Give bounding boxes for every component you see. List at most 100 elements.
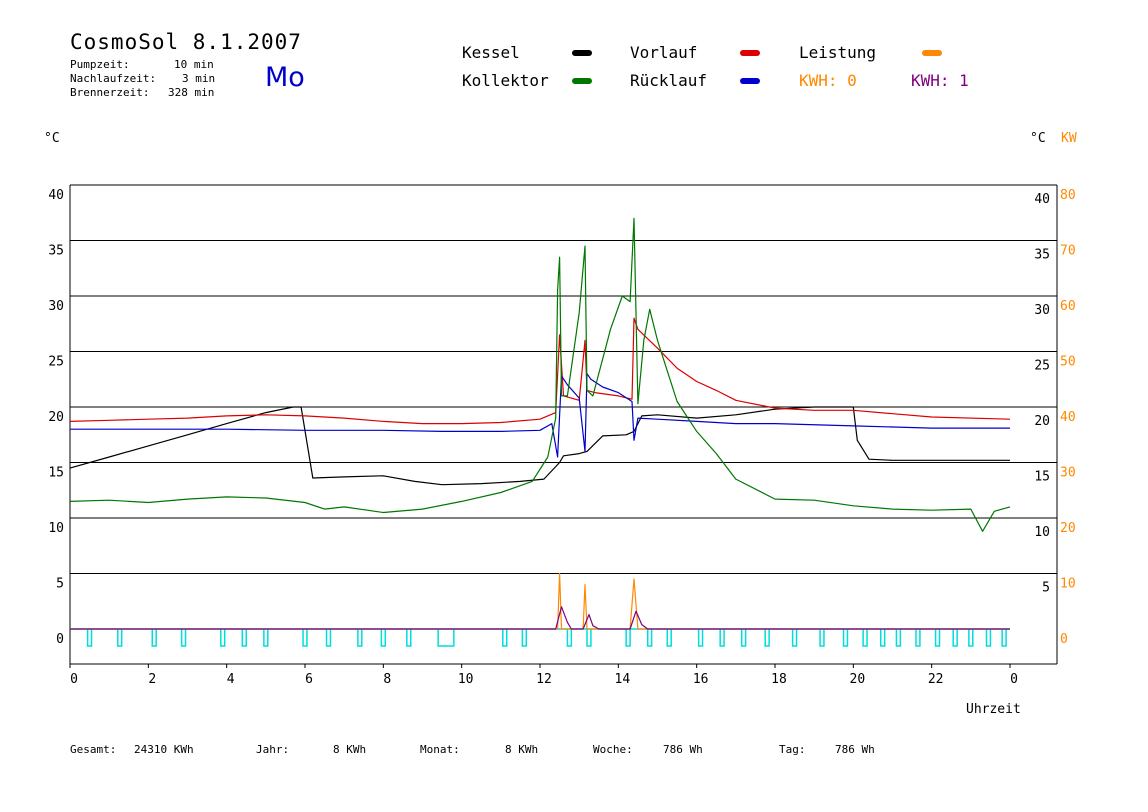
- x-tick-label: 14: [615, 672, 631, 687]
- y-left-tick-label: 10: [48, 521, 64, 536]
- y-right-kw-tick-label: 80: [1060, 188, 1076, 203]
- pump-pulse: [380, 629, 387, 647]
- pump-pulse: [934, 629, 941, 647]
- footer-gesamt-label: Gesamt:: [70, 743, 117, 756]
- series-vorlauf-line: [69, 317, 1011, 425]
- x-tick-label: 0: [1010, 672, 1018, 687]
- pump-pulse: [117, 629, 123, 647]
- pump-pulse: [862, 629, 868, 647]
- y-right-celsius-tick-label: 35: [1034, 248, 1050, 263]
- pump-pulse: [220, 629, 226, 647]
- series-kollektor-line: [69, 217, 1011, 532]
- y-right-kw-tick-label: 40: [1060, 410, 1076, 425]
- footer-tag-label: Tag:: [779, 743, 806, 756]
- pump-pulse: [915, 629, 921, 647]
- series-ruecklauf-line: [70, 373, 1010, 458]
- temperature-chart: 0510152025303540 51015202530354001020304…: [48, 184, 1076, 687]
- pump-pulse: [86, 629, 93, 647]
- pump-pulse: [521, 629, 528, 647]
- y-left-tick-label: 0: [56, 632, 64, 647]
- footer-woche-value: 786 Wh: [663, 743, 703, 756]
- pump-pulse: [437, 629, 455, 647]
- y-right-celsius-tick-label: 15: [1034, 470, 1050, 485]
- y-right-celsius-tick-label: 25: [1034, 359, 1050, 374]
- grid-lines: [69, 184, 1058, 665]
- legend-swatch-vorlauf: [740, 50, 760, 56]
- nachlaufzeit-label: Nachlaufzeit:: [70, 72, 157, 85]
- chart-title: CosmoSol 8.1.2007: [70, 30, 302, 54]
- x-tick-label: 2: [148, 672, 156, 687]
- series-leistung-line: [70, 572, 1010, 630]
- legend-vorlauf: Vorlauf: [630, 43, 698, 62]
- legend-swatch-leistung: [922, 50, 942, 56]
- y-right-celsius-tick-label: 40: [1034, 192, 1050, 207]
- pump-pulse: [357, 629, 363, 647]
- right-unit-celsius: °C: [1030, 131, 1046, 146]
- y-left-tick-label: 35: [48, 244, 64, 259]
- y-left-tick-label: 20: [48, 410, 64, 425]
- pump-pulse: [895, 629, 902, 647]
- pump-pulse: [1001, 629, 1007, 647]
- series-lines: [69, 217, 1011, 630]
- brennerzeit-value: 328 min: [168, 86, 215, 99]
- legend-swatch-kollektor: [572, 78, 592, 84]
- pump-pulse: [740, 629, 747, 647]
- pump-pulse: [791, 629, 798, 647]
- legend-kwh0: KWH: 0: [799, 71, 857, 90]
- brennerzeit-label: Brennerzeit:: [70, 86, 150, 99]
- pumpzeit-value: 10 min: [174, 58, 214, 71]
- footer-tag-value: 786 Wh: [835, 743, 875, 756]
- pump-pulse: [985, 629, 992, 647]
- series-kwh1-line: [70, 606, 1010, 630]
- y-right-celsius-tick-label: 20: [1034, 414, 1050, 429]
- pump-pulse: [586, 629, 592, 647]
- pump-pulse: [719, 629, 725, 647]
- y-left-tick-label: 25: [48, 355, 64, 370]
- y-right-kw-tick-label: 30: [1060, 466, 1076, 481]
- legend-kwh1: KWH: 1: [911, 71, 969, 90]
- pump-pulse: [325, 629, 332, 647]
- x-tick-label: 20: [850, 672, 866, 687]
- legend-swatch-ruecklauf: [740, 78, 760, 84]
- x-tick-label: 0: [70, 672, 78, 687]
- pump-pulse: [566, 629, 573, 647]
- pumpzeit-label: Pumpzeit:: [70, 58, 130, 71]
- x-tick-label: 12: [536, 672, 552, 687]
- pump-activity: [70, 628, 1010, 647]
- footer-monat-label: Monat:: [420, 743, 460, 756]
- x-tick-label: 10: [458, 672, 474, 687]
- y-left-tick-label: 5: [56, 577, 64, 592]
- footer-jahr-label: Jahr:: [256, 743, 290, 756]
- y-right-kw-tick-label: 70: [1060, 244, 1076, 259]
- pump-pulse: [151, 629, 157, 647]
- right-axis: 5 10 15 20 25 30 35 40 0 10 20 30 40 50 60 70 80: [1034, 188, 1075, 647]
- pump-pulse: [968, 629, 974, 647]
- legend-swatch-kessel: [572, 50, 592, 56]
- x-tick-label: 4: [227, 672, 235, 687]
- pump-pulse: [952, 629, 958, 647]
- x-tick-label: 22: [928, 672, 944, 687]
- pump-pulse: [263, 629, 269, 647]
- y-left-tick-label: 15: [48, 466, 64, 481]
- legend-kessel: Kessel: [462, 43, 520, 62]
- pump-pulse: [502, 629, 508, 647]
- y-right-kw-tick-label: 0: [1060, 632, 1068, 647]
- left-axis: 0 5 10 15 20 25 30 35 40: [48, 188, 64, 647]
- pump-pulse: [666, 629, 672, 647]
- x-axis: 0 2 4 6 8 10 12 14 16 18 20 22 0: [69, 664, 1018, 687]
- pump-pulse: [819, 629, 825, 647]
- footer-woche-label: Woche:: [593, 743, 633, 756]
- pump-pulse: [646, 629, 653, 647]
- footer-monat-value: 8 KWh: [505, 743, 539, 756]
- nachlaufzeit-value: 3 min: [182, 72, 216, 85]
- footer-gesamt-value: 24310 KWh: [134, 743, 194, 756]
- y-right-kw-tick-label: 20: [1060, 521, 1076, 536]
- y-left-tick-label: 30: [48, 299, 64, 314]
- x-axis-label: Uhrzeit: [966, 702, 1021, 717]
- weekday-label: Mo: [265, 62, 305, 93]
- legend-ruecklauf: Rücklauf: [630, 71, 708, 90]
- y-right-kw-tick-label: 10: [1060, 577, 1076, 592]
- left-unit-label: °C: [44, 131, 60, 146]
- y-left-tick-label: 40: [48, 188, 64, 203]
- pump-pulse: [880, 629, 886, 647]
